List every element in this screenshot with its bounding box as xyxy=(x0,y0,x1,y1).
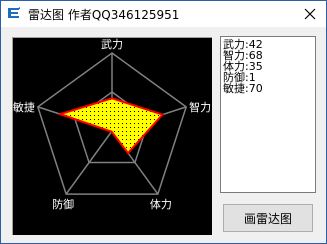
axis-label-4: 敏捷 xyxy=(13,100,35,114)
axis-label-2: 体力 xyxy=(150,197,172,211)
radar-chart-panel: 武力 智力 体力 防御 敏捷 xyxy=(12,37,212,235)
axis-label-0: 武力 xyxy=(101,38,123,51)
close-icon xyxy=(304,8,316,20)
draw-radar-button[interactable]: 画雷达图 xyxy=(223,204,313,232)
radar-data-polygon xyxy=(56,97,165,155)
stats-line-4: 敏捷:70 xyxy=(223,82,263,95)
app-window: 雷达图 作者QQ346125951 武力 智力 体力 防御 敏捷 武力:42 智… xyxy=(0,0,327,244)
window-title: 雷达图 作者QQ346125951 xyxy=(28,8,180,22)
title-bar[interactable]: 雷达图 作者QQ346125951 xyxy=(1,1,326,27)
app-logo-icon xyxy=(6,5,22,21)
axis-label-3: 防御 xyxy=(52,197,74,211)
stats-textbox[interactable]: 武力:42 智力:68 体力:35 防御:1 敏捷:70 xyxy=(220,36,316,193)
client-area: 武力 智力 体力 防御 敏捷 武力:42 智力:68 体力:35 防御:1 敏捷… xyxy=(1,27,326,243)
radar-chart: 武力 智力 体力 防御 敏捷 xyxy=(13,38,211,211)
close-button[interactable] xyxy=(294,1,326,27)
axis-label-1: 智力 xyxy=(189,100,211,114)
